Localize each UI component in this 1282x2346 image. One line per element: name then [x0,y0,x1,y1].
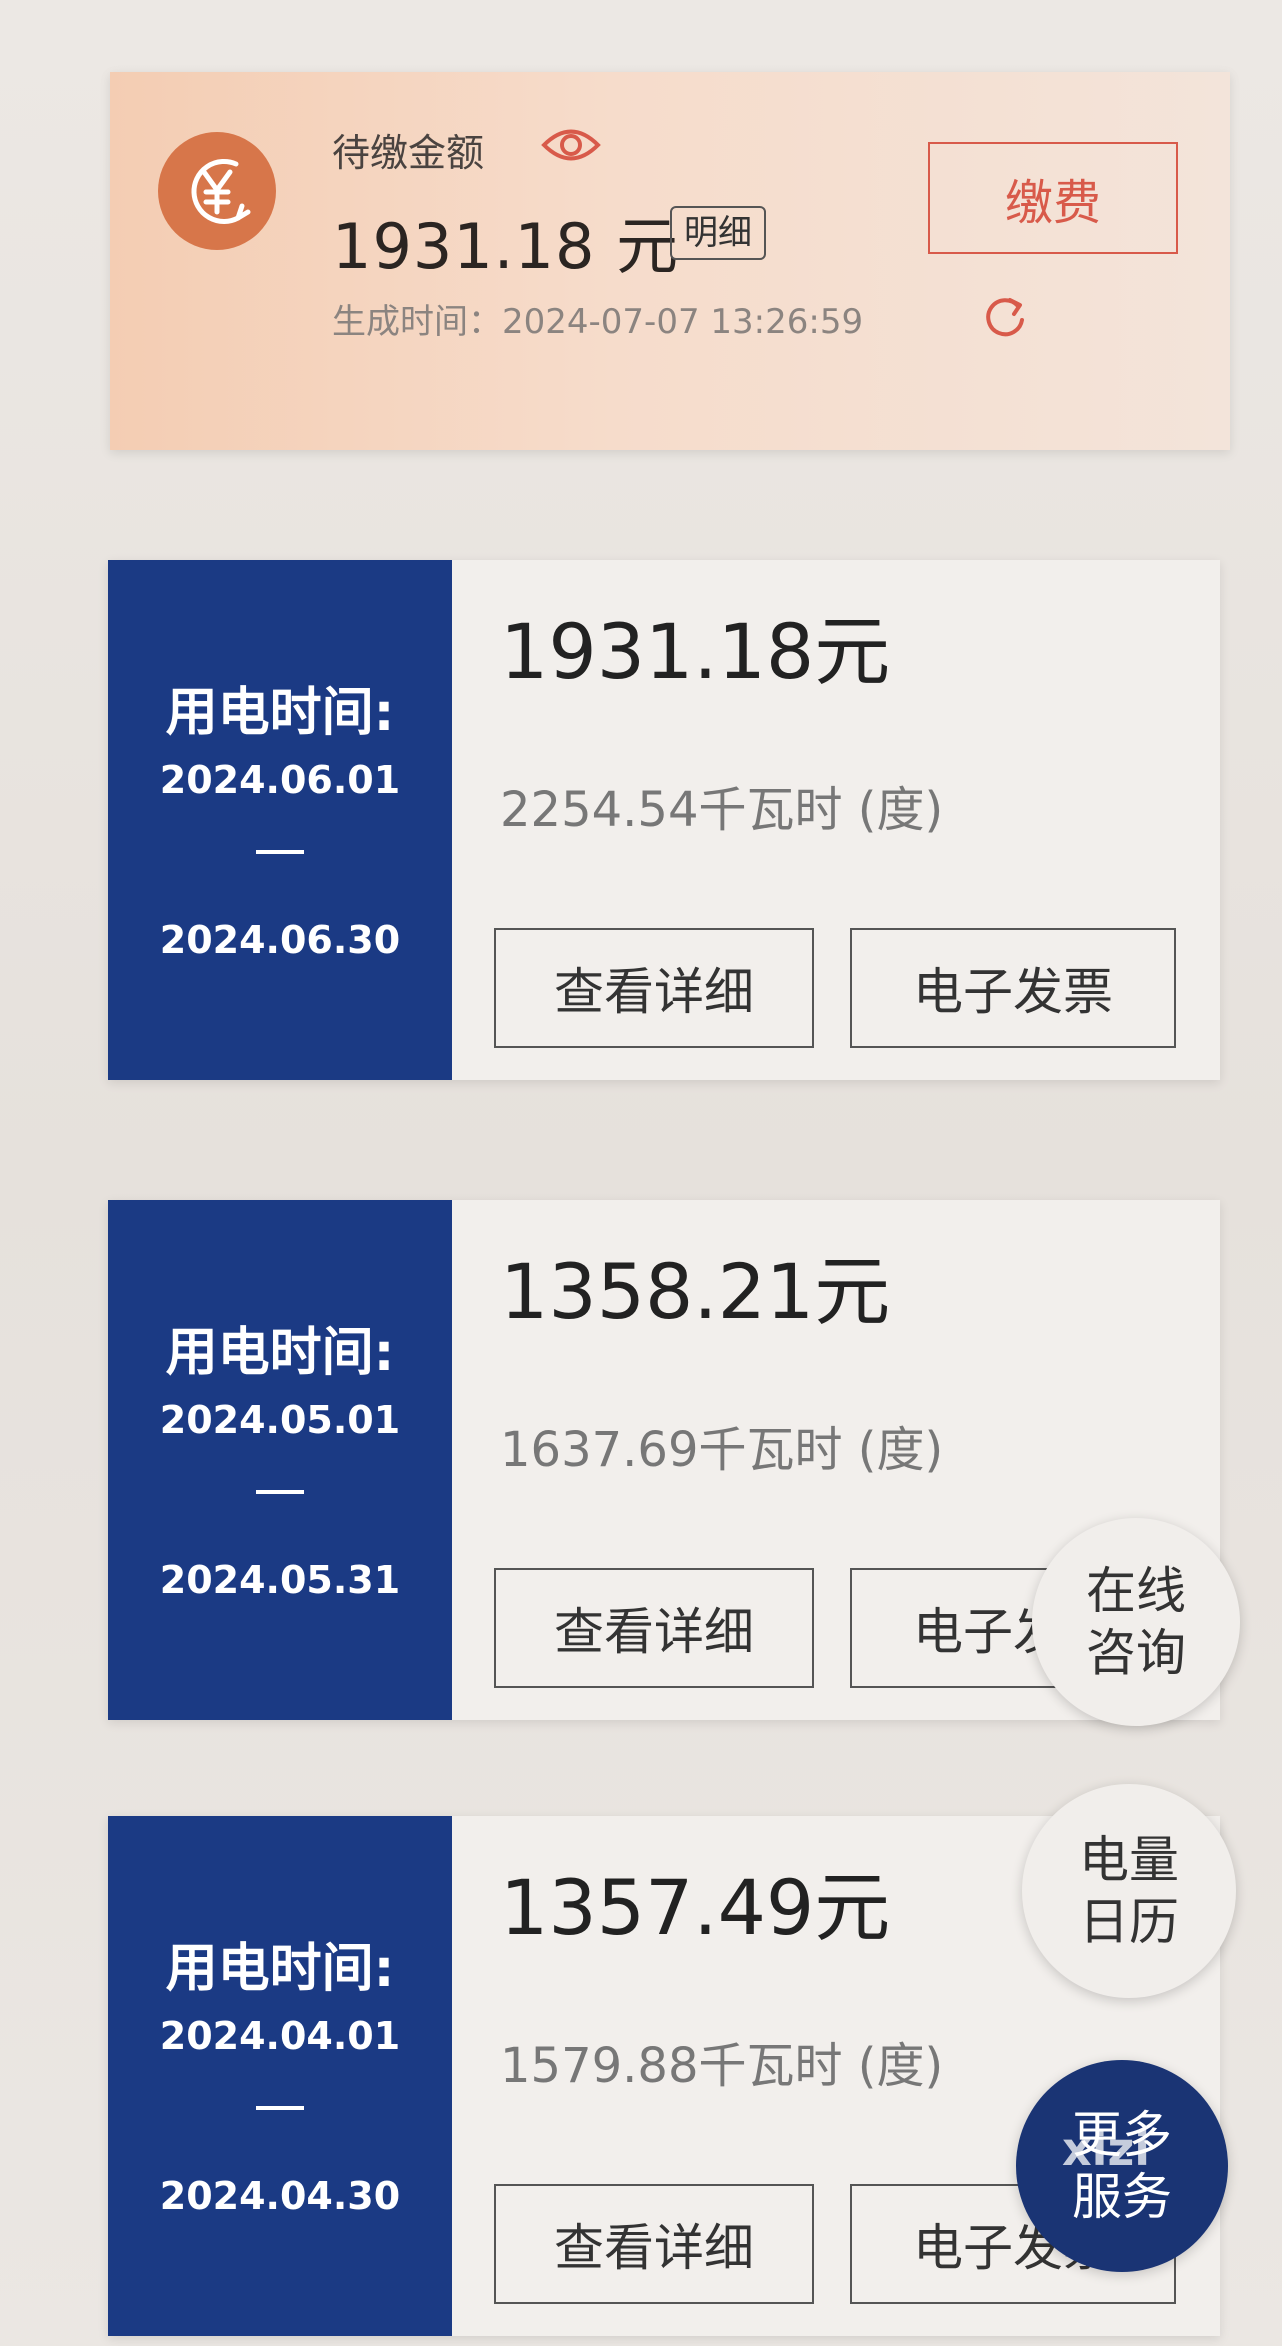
view-detail-button[interactable]: 查看详细 [494,1568,814,1688]
bill-card: 用电时间: 2024.06.01 2024.06.30 1931.18元 225… [108,560,1220,1080]
period-end: 2024.04.30 [159,2174,401,2218]
online-consult-button[interactable]: 在线 咨询 [1032,1518,1240,1726]
bill-amount: 1357.49元 [500,1863,891,1952]
period-title: 用电时间: [165,1323,395,1383]
detail-tag-button[interactable]: 明细 [670,206,766,260]
eye-icon[interactable] [540,122,602,172]
view-detail-button[interactable]: 查看详细 [494,2184,814,2304]
period-end: 2024.06.30 [159,918,401,962]
bill-usage: 1579.88千瓦时 (度) [500,2038,944,2094]
bill-amount: 1358.21元 [500,1247,891,1336]
bill-usage: 1637.69千瓦时 (度) [500,1422,944,1478]
pay-button[interactable]: 缴费 [928,142,1178,254]
calendar-label-line2: 日历 [1079,1893,1179,1951]
bill-period-panel: 用电时间: 2024.05.01 2024.05.31 [108,1200,452,1720]
view-detail-button[interactable]: 查看详细 [494,928,814,1048]
period-start: 2024.05.01 [159,1398,401,1442]
bill-amount: 1931.18元 [500,607,891,696]
pending-amount-value: 1931.18 元 [332,210,680,283]
period-separator [256,1490,304,1494]
pending-amount-label: 待缴金额 [332,131,485,175]
bill-period-panel: 用电时间: 2024.04.01 2024.04.30 [108,1816,452,2336]
bill-period-panel: 用电时间: 2024.06.01 2024.06.30 [108,560,452,1080]
e-invoice-button[interactable]: 电子发票 [850,928,1176,1048]
period-separator [256,850,304,854]
calendar-label-line1: 电量 [1079,1831,1179,1889]
period-start: 2024.06.01 [159,758,401,802]
pending-payment-card: 待缴金额 1931.18 元 明细 生成时间：2024-07-07 13:26:… [110,72,1230,450]
period-end: 2024.05.31 [159,1558,401,1602]
yen-coin-icon [158,132,276,250]
bill-usage: 2254.54千瓦时 (度) [500,782,944,838]
refresh-icon[interactable] [980,292,1030,346]
period-start: 2024.04.01 [159,2014,401,2058]
usage-calendar-button[interactable]: 电量 日历 [1022,1784,1236,1998]
watermark: xizi [1062,2122,1150,2176]
period-title: 用电时间: [165,683,395,743]
consult-label-line1: 在线 [1086,1562,1186,1620]
bill-page: 待缴金额 1931.18 元 明细 生成时间：2024-07-07 13:26:… [0,0,1282,2346]
generated-time: 生成时间：2024-07-07 13:26:59 [332,302,864,342]
consult-label-line2: 咨询 [1086,1624,1186,1682]
period-title: 用电时间: [165,1939,395,1999]
period-separator [256,2106,304,2110]
